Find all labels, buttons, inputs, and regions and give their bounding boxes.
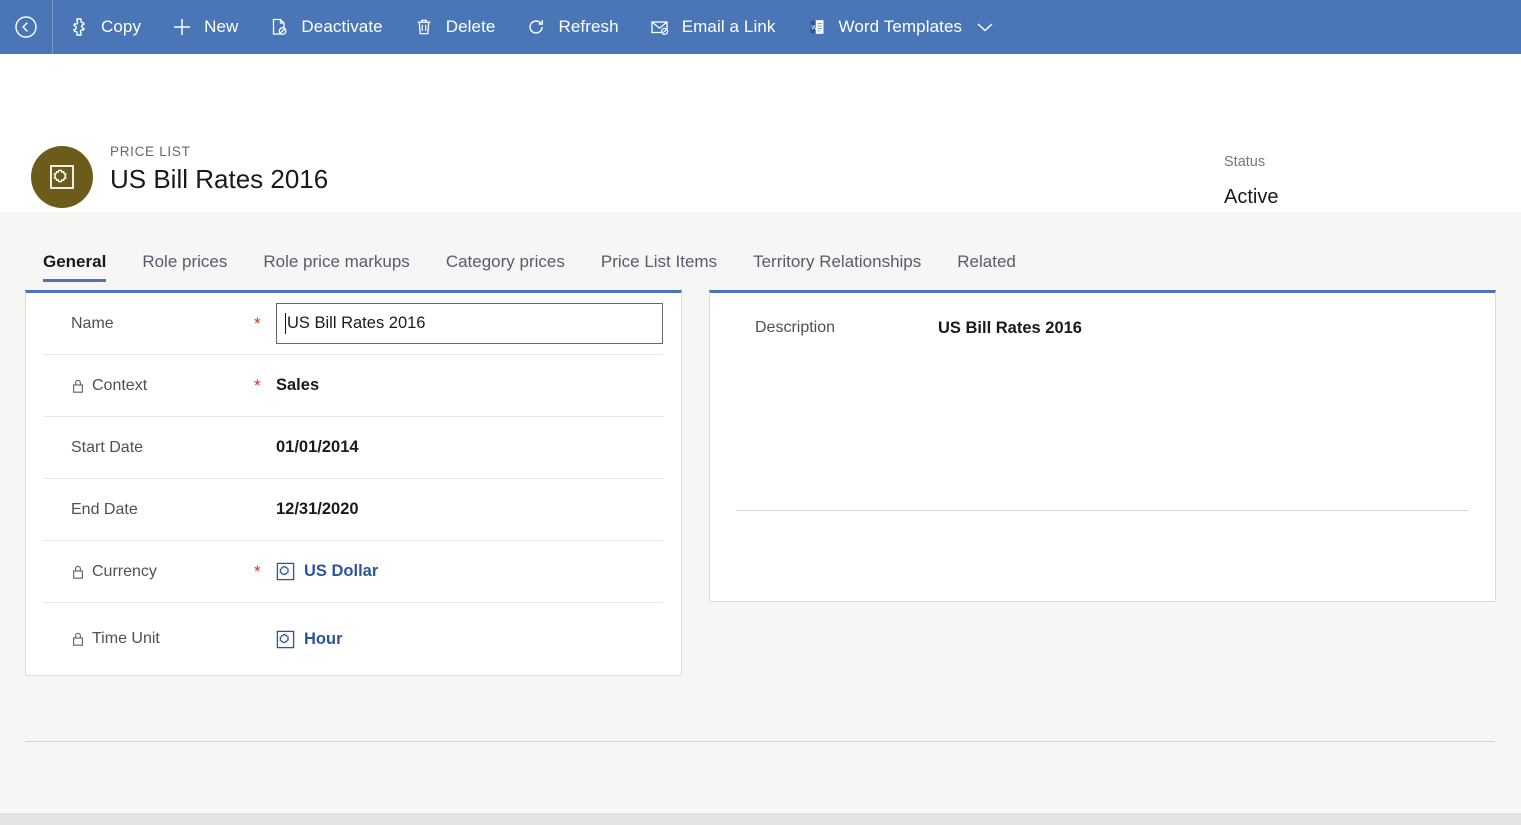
field-row-context: Context * Sales	[44, 355, 663, 417]
copy-entity-icon	[68, 16, 90, 38]
context-field-label: Context	[44, 377, 254, 395]
tab-related[interactable]: Related	[939, 252, 1034, 290]
tab-territory-relationships-label: Territory Relationships	[753, 252, 921, 271]
tab-category-prices-label: Category prices	[446, 252, 565, 271]
entity-type-label: PRICE LIST	[110, 144, 328, 159]
tab-role-prices[interactable]: Role prices	[124, 252, 245, 290]
name-field-label: Name	[44, 315, 254, 333]
general-details-card: Name * US Bill Rates 2016 Context * Sale…	[25, 290, 682, 676]
name-input-value: US Bill Rates 2016	[287, 314, 426, 333]
record-title-block: PRICE LIST US Bill Rates 2016	[110, 144, 328, 195]
tab-role-prices-label: Role prices	[142, 252, 227, 271]
context-value: Sales	[276, 376, 319, 395]
currency-entity-icon	[276, 562, 295, 581]
word-templates-button-label: Word Templates	[839, 17, 963, 37]
tab-price-list-items[interactable]: Price List Items	[583, 252, 735, 290]
refresh-icon	[525, 16, 547, 38]
back-button[interactable]	[0, 0, 52, 54]
tab-related-label: Related	[957, 252, 1016, 271]
page-title: US Bill Rates 2016	[110, 164, 328, 195]
refresh-button-label: Refresh	[558, 17, 618, 37]
end-date-field-label: End Date	[44, 501, 254, 519]
start-date-value[interactable]: 01/01/2014	[276, 438, 359, 457]
deactivate-button[interactable]: Deactivate	[253, 0, 397, 54]
name-input[interactable]: US Bill Rates 2016	[276, 303, 663, 344]
copy-button-label: Copy	[101, 17, 141, 37]
chevron-down-icon[interactable]	[976, 21, 994, 33]
field-row-start-date: Start Date 01/01/2014	[44, 417, 663, 479]
text-cursor	[285, 313, 286, 334]
email-link-icon	[649, 16, 671, 38]
lock-icon	[71, 564, 85, 580]
time-unit-entity-icon	[276, 630, 295, 649]
field-row-currency: Currency * US Dollar	[44, 541, 663, 603]
refresh-button[interactable]: Refresh	[510, 0, 633, 54]
back-circle-icon	[14, 15, 38, 39]
start-date-field-label: Start Date	[44, 439, 254, 457]
svg-text:W: W	[811, 25, 818, 32]
deactivate-icon	[268, 16, 290, 38]
avatar	[31, 146, 93, 208]
new-button-label: New	[204, 17, 238, 37]
context-required-marker: *	[254, 377, 276, 394]
time-unit-lookup-link[interactable]: Hour	[276, 630, 343, 649]
field-row-time-unit: Time Unit Hour	[44, 603, 663, 675]
time-unit-value: Hour	[304, 630, 343, 649]
footer-divider	[25, 741, 1495, 742]
tab-role-price-markups[interactable]: Role price markups	[245, 252, 427, 290]
lock-icon	[71, 378, 85, 394]
name-required-marker: *	[254, 315, 276, 332]
field-row-end-date: End Date 12/31/2020	[44, 479, 663, 541]
description-field-label: Description	[728, 319, 938, 337]
deactivate-button-label: Deactivate	[301, 17, 382, 37]
field-row-description: Description US Bill Rates 2016	[728, 293, 1477, 338]
tab-strip: General Role prices Role price markups C…	[0, 212, 1521, 290]
email-a-link-button-label: Email a Link	[682, 17, 776, 37]
end-date-value[interactable]: 12/31/2020	[276, 500, 359, 519]
record-header: PRICE LIST US Bill Rates 2016 Status Act…	[0, 54, 1521, 212]
trash-icon	[413, 16, 435, 38]
tab-general[interactable]: General	[25, 252, 124, 290]
time-unit-field-label: Time Unit	[44, 630, 254, 648]
field-row-name: Name * US Bill Rates 2016	[44, 293, 663, 355]
description-value[interactable]: US Bill Rates 2016	[938, 319, 1082, 338]
word-document-icon: W	[806, 16, 828, 38]
email-a-link-button[interactable]: Email a Link	[634, 0, 791, 54]
currency-value: US Dollar	[304, 562, 378, 581]
tab-role-price-markups-label: Role price markups	[263, 252, 409, 271]
currency-lookup-link[interactable]: US Dollar	[276, 562, 378, 581]
lock-icon	[71, 631, 85, 647]
description-divider	[736, 510, 1469, 511]
tab-price-list-items-label: Price List Items	[601, 252, 717, 271]
delete-button[interactable]: Delete	[398, 0, 511, 54]
copy-button[interactable]: Copy	[53, 0, 156, 54]
description-card: Description US Bill Rates 2016	[709, 290, 1496, 602]
tab-territory-relationships[interactable]: Territory Relationships	[735, 252, 939, 290]
currency-field-label: Currency	[44, 563, 254, 581]
status-block: Status Active	[1224, 154, 1278, 209]
currency-field-label-text: Currency	[92, 563, 157, 581]
form-area: Name * US Bill Rates 2016 Context * Sale…	[0, 290, 1521, 676]
time-unit-field-label-text: Time Unit	[92, 630, 160, 648]
currency-required-marker: *	[254, 563, 276, 580]
new-button[interactable]: New	[156, 0, 253, 54]
status-field-label: Status	[1224, 154, 1278, 170]
command-bar: Copy New Deactivate	[0, 0, 1521, 54]
status-bar	[0, 813, 1521, 825]
tab-category-prices[interactable]: Category prices	[428, 252, 583, 290]
price-list-entity-icon	[47, 162, 77, 192]
delete-button-label: Delete	[446, 17, 496, 37]
context-field-label-text: Context	[92, 377, 147, 395]
status-badge: Active	[1224, 186, 1278, 209]
word-templates-button[interactable]: W Word Templates	[791, 0, 1010, 54]
plus-icon	[171, 16, 193, 38]
tab-general-label: General	[43, 252, 106, 271]
